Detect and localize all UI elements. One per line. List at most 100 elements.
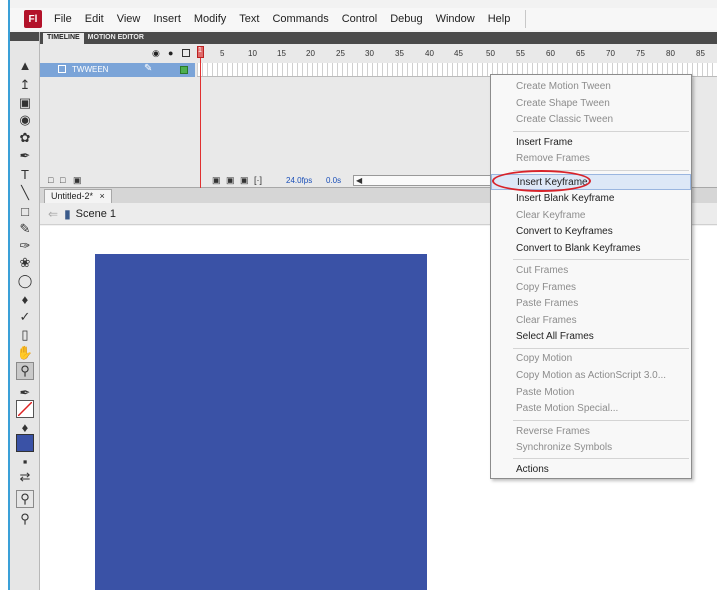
zoom-out-icon[interactable]: ⚲ xyxy=(16,510,34,528)
playhead-cap[interactable]: 1 xyxy=(197,46,204,58)
lasso-icon[interactable]: ✿ xyxy=(16,129,34,147)
deco-icon[interactable]: ❀ xyxy=(16,254,34,272)
menu-insert-blank-keyframe[interactable]: Insert Blank Keyframe xyxy=(491,191,691,207)
layer-row[interactable]: TWWEEN ✎ xyxy=(40,63,195,77)
menu-separator xyxy=(525,10,527,28)
outline-icon[interactable] xyxy=(182,49,190,57)
modify-markers-icon[interactable]: [·] xyxy=(254,175,262,185)
menu-paste-motion-special[interactable]: Paste Motion Special... xyxy=(491,401,691,417)
menu-clear-frames[interactable]: Clear Frames xyxy=(491,313,691,329)
snap-icon[interactable]: ⇄ xyxy=(16,468,34,486)
pencil-icon[interactable]: ✎ xyxy=(16,220,34,238)
menu-edit[interactable]: Edit xyxy=(85,13,104,25)
menu-select-all-frames[interactable]: Select All Frames xyxy=(491,329,691,345)
tab-motion-editor[interactable]: MOTION EDITOR xyxy=(84,33,148,44)
time-readout: 0.0s xyxy=(326,176,342,185)
menu-actions[interactable]: Actions xyxy=(491,462,691,478)
onion-skin-icon[interactable]: ▣ xyxy=(212,175,221,186)
menu-copy-frames[interactable]: Copy Frames xyxy=(491,280,691,296)
layer-color-icon[interactable] xyxy=(180,66,188,74)
menu-separator xyxy=(513,131,689,132)
tools-panel: ▲ ↥ ▣ ◉ ✿ ✒ T ╲ □ ✎ ✑ ❀ ◯ ♦ ✓ ▯ ✋ ⚲ ✒ ♦ … xyxy=(10,32,40,590)
fill-color-swatch[interactable] xyxy=(16,434,34,452)
delete-layer-icon[interactable]: ▣ xyxy=(73,175,82,186)
zoom-in-icon[interactable]: ⚲ xyxy=(16,490,34,508)
menu-control[interactable]: Control xyxy=(342,13,377,25)
menu-cut-frames[interactable]: Cut Frames xyxy=(491,263,691,279)
3d-rotation-icon[interactable]: ◉ xyxy=(16,111,34,129)
stage-rectangle[interactable] xyxy=(95,254,427,590)
menu-create-classic-tween[interactable]: Create Classic Tween xyxy=(491,112,691,128)
frame-number: 65 xyxy=(576,49,585,58)
menu-separator xyxy=(513,420,689,421)
free-transform-icon[interactable]: ▣ xyxy=(16,94,34,112)
new-folder-icon[interactable]: □ xyxy=(60,175,65,185)
menu-clear-keyframe[interactable]: Clear Keyframe xyxy=(491,208,691,224)
playhead-line xyxy=(200,58,201,188)
paint-bucket-icon[interactable]: ♦ xyxy=(16,290,34,308)
scene-label[interactable]: Scene 1 xyxy=(76,208,116,220)
menu-text[interactable]: Text xyxy=(239,13,259,25)
new-layer-icon[interactable]: □ xyxy=(48,175,53,185)
menu-separator xyxy=(513,348,689,349)
subselection-icon[interactable]: ↥ xyxy=(16,76,34,94)
eyedropper-icon[interactable]: ✓ xyxy=(16,308,34,326)
tools-panel-header[interactable] xyxy=(10,32,39,41)
edit-multiple-icon[interactable]: ▣ xyxy=(240,175,249,186)
layer-name: TWWEEN xyxy=(72,65,109,74)
menu-insert-frame[interactable]: Insert Frame xyxy=(491,135,691,151)
selection-arrow-icon[interactable]: ▲ xyxy=(16,56,34,74)
eraser-icon[interactable]: ▯ xyxy=(16,326,34,344)
menu-convert-to-keyframes[interactable]: Convert to Keyframes xyxy=(491,224,691,240)
back-arrow-icon[interactable]: ⇐ xyxy=(48,207,58,221)
hand-icon[interactable]: ✋ xyxy=(16,344,34,362)
menu-insert[interactable]: Insert xyxy=(153,13,181,25)
eye-icon[interactable]: ◉ xyxy=(152,48,160,59)
frame-number: 50 xyxy=(486,49,495,58)
rectangle-icon[interactable]: □ xyxy=(16,202,34,220)
menu-create-motion-tween[interactable]: Create Motion Tween xyxy=(491,79,691,95)
menu-paste-frames[interactable]: Paste Frames xyxy=(491,296,691,312)
menu-remove-frames[interactable]: Remove Frames xyxy=(491,151,691,167)
menu-view[interactable]: View xyxy=(117,13,141,25)
text-icon[interactable]: T xyxy=(16,165,34,183)
menu-synchronize-symbols[interactable]: Synchronize Symbols xyxy=(491,440,691,456)
menu-copy-motion[interactable]: Copy Motion xyxy=(491,351,691,367)
scroll-left-icon[interactable]: ◀ xyxy=(356,176,362,185)
menu-window[interactable]: Window xyxy=(436,13,475,25)
frame-number: 10 xyxy=(248,49,257,58)
brush-icon[interactable]: ✑ xyxy=(16,237,34,255)
menu-paste-motion[interactable]: Paste Motion xyxy=(491,385,691,401)
menu-convert-to-blank-keyframes[interactable]: Convert to Blank Keyframes xyxy=(491,241,691,257)
document-tab[interactable]: Untitled-2* × xyxy=(44,189,112,203)
menu-file[interactable]: File xyxy=(54,13,72,25)
tab-timeline[interactable]: TIMELINE xyxy=(43,33,84,44)
frame-number: 40 xyxy=(425,49,434,58)
layer-icon xyxy=(58,65,66,73)
frame-number: 55 xyxy=(516,49,525,58)
flash-logo-icon: Fl xyxy=(24,10,42,28)
onion-outline-icon[interactable]: ▣ xyxy=(226,175,235,186)
highlight-ring-annotation xyxy=(492,170,591,192)
menu-modify[interactable]: Modify xyxy=(194,13,226,25)
close-icon[interactable]: × xyxy=(100,191,105,201)
menu-debug[interactable]: Debug xyxy=(390,13,422,25)
frame-number: 30 xyxy=(365,49,374,58)
lock-icon[interactable]: ● xyxy=(168,48,173,58)
line-icon[interactable]: ╲ xyxy=(16,184,34,202)
menu-help[interactable]: Help xyxy=(488,13,511,25)
menu-separator xyxy=(513,259,689,260)
frame-number: 45 xyxy=(454,49,463,58)
menu-copy-motion-as-actionscript[interactable]: Copy Motion as ActionScript 3.0... xyxy=(491,368,691,384)
playhead[interactable]: 1 xyxy=(197,46,204,188)
zoom-icon[interactable]: ⚲ xyxy=(16,362,34,380)
menu-commands[interactable]: Commands xyxy=(272,13,328,25)
no-stroke-swatch[interactable] xyxy=(16,400,34,418)
bone-icon[interactable]: ◯ xyxy=(16,272,34,290)
menu-reverse-frames[interactable]: Reverse Frames xyxy=(491,424,691,440)
frame-ruler[interactable]: ◉ ● 5 10 15 20 25 30 35 40 45 50 55 60 6… xyxy=(40,46,717,62)
frame-number: 70 xyxy=(606,49,615,58)
menu-create-shape-tween[interactable]: Create Shape Tween xyxy=(491,96,691,112)
fps-readout[interactable]: 24.0fps xyxy=(286,176,312,185)
pen-icon[interactable]: ✒ xyxy=(16,147,34,165)
